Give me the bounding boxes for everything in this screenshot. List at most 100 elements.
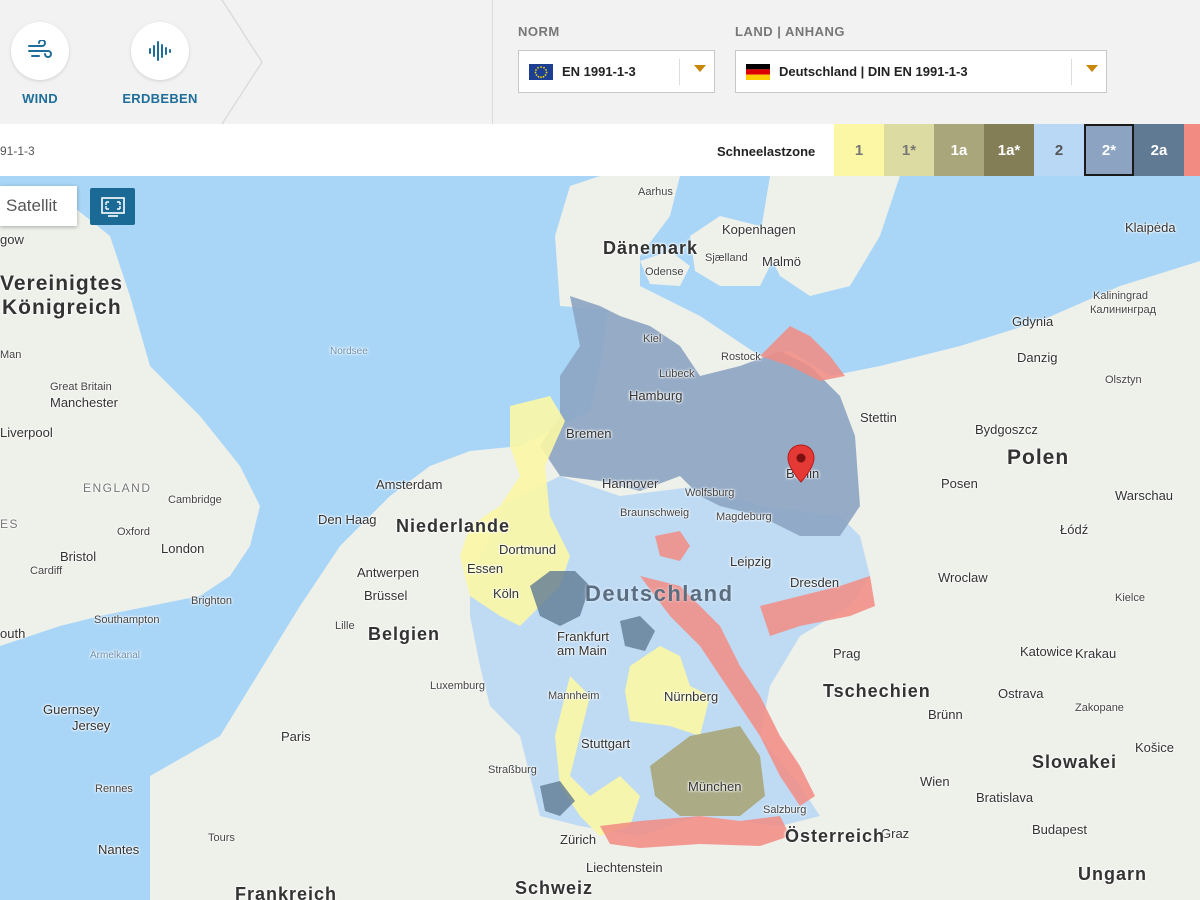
snow-zone-2[interactable]: 2	[1034, 124, 1084, 176]
map-label-olsztyn: Olsztyn	[1105, 374, 1142, 386]
map-label-dresden: Dresden	[790, 575, 840, 590]
map-label-krakau: Krakau	[1075, 646, 1117, 661]
header-divider	[492, 0, 493, 124]
map-label-wien: Wien	[920, 774, 950, 789]
snow-zone-2a[interactable]: 2a	[1134, 124, 1184, 176]
hazard-earthquake-label: ERDBEBEN	[122, 91, 198, 106]
snow-zone-1-star[interactable]: 1*	[884, 124, 934, 176]
map-label-n-rnberg: Nürnberg	[664, 689, 719, 704]
map-label-stuttgart: Stuttgart	[581, 736, 631, 751]
map-label-essen: Essen	[467, 561, 504, 576]
map-label-warschau: Warschau	[1115, 488, 1174, 503]
map-label-amsterdam: Amsterdam	[376, 477, 443, 492]
map-label-ostrava: Ostrava	[998, 686, 1044, 701]
map-label-kiel: Kiel	[643, 333, 662, 345]
norm-tag: 91-1-3	[0, 144, 35, 158]
norm-select-value: EN 1991-1-3	[562, 64, 636, 79]
map-label--sterreich: Österreich	[785, 826, 886, 846]
snow-zone-1a[interactable]: 1a	[934, 124, 984, 176]
land-select[interactable]: Deutschland | DIN EN 1991-1-3	[735, 50, 1107, 93]
map-label-katowice: Katowice	[1020, 644, 1073, 659]
map-label-rostock: Rostock	[721, 351, 761, 363]
map-label-hamburg: Hamburg	[629, 388, 683, 403]
snow-zone-2-star[interactable]: 2*	[1084, 124, 1134, 176]
map-label-posen: Posen	[941, 476, 978, 491]
snow-load-map[interactable]: Satellit Dänemark Aarhus Kopenhagen Malmö Od…	[0, 176, 1200, 900]
map-label-salzburg: Salzburg	[763, 804, 807, 816]
map-label-nordsee: Nordsee	[330, 346, 368, 357]
map-label-gow: gow	[0, 232, 24, 247]
map-label-kopenhagen: Kopenhagen	[722, 222, 796, 237]
map-label-m-nchen: München	[688, 779, 742, 794]
map-label-london: London	[161, 541, 205, 556]
map-label-prag: Prag	[833, 646, 861, 661]
map-label-tours: Tours	[208, 832, 235, 844]
chevron-down-icon	[1086, 65, 1098, 72]
location-pin-icon[interactable]	[787, 444, 815, 484]
map-label-guernsey: Guernsey	[43, 702, 100, 717]
map-label-braunschweig: Braunschweig	[620, 507, 690, 519]
nav-chevron-divider	[221, 0, 263, 124]
map-label-bratislava: Bratislava	[976, 790, 1034, 805]
map-label-polen: Polen	[1007, 446, 1070, 469]
map-label-am-main: am Main	[557, 643, 607, 658]
map-label-paris: Paris	[281, 729, 311, 744]
map-label-ungarn: Ungarn	[1078, 864, 1147, 884]
map-label-danzig: Danzig	[1017, 350, 1058, 365]
map-label-mannheim: Mannheim	[548, 690, 600, 702]
map-label-br-ssel: Brüssel	[364, 588, 408, 603]
map-label-wroclaw: Wroclaw	[938, 570, 988, 585]
map-label-man: Man	[0, 349, 22, 361]
hazard-nav: WIND ERDBEBEN	[0, 0, 492, 124]
chevron-down-icon	[694, 65, 706, 72]
fullscreen-button[interactable]	[90, 188, 135, 225]
earthquake-icon	[131, 22, 189, 80]
norm-select-separator	[679, 59, 680, 85]
map-label-graz: Graz	[881, 826, 910, 841]
map-label-frankfurt: Frankfurt	[557, 629, 610, 644]
map-label-luxemburg: Luxemburg	[430, 680, 486, 692]
map-label-odense: Odense	[645, 266, 684, 278]
map-label-kaliningrad: Kaliningrad	[1093, 290, 1149, 302]
map-label-budapest: Budapest	[1032, 822, 1087, 837]
satellite-toggle-button[interactable]: Satellit	[0, 186, 77, 226]
hazard-earthquake-button[interactable]: ERDBEBEN	[120, 22, 200, 106]
map-label-antwerpen: Antwerpen	[357, 565, 420, 580]
map-label-southampton: Southampton	[94, 614, 160, 626]
map-label-frankreich: Frankreich	[235, 884, 338, 900]
map-label-leipzig: Leipzig	[730, 554, 772, 569]
snow-zone-1a-star[interactable]: 1a*	[984, 124, 1034, 176]
land-select-value: Deutschland | DIN EN 1991-1-3	[779, 64, 968, 79]
norm-select[interactable]: EN 1991-1-3	[518, 50, 715, 93]
map-label-cambridge: Cambridge	[168, 494, 222, 506]
map-label-aarhus: Aarhus	[638, 186, 673, 198]
map-label-wolfsburg: Wolfsburg	[685, 487, 735, 499]
snow-zone-legend-bar: 91-1-3 Schneelastzone 1 1* 1a 1a* 2 2* 2a	[0, 124, 1200, 176]
fullscreen-icon	[100, 196, 125, 217]
map-label-es: ES	[0, 517, 20, 531]
map-label-z-rich: Zürich	[560, 832, 597, 847]
norm-select-group: NORM EN 1991-1-3	[518, 24, 715, 93]
land-select-group: LAND | ANHANG Deutschland | DIN EN 1991-…	[735, 24, 1107, 93]
snow-zone-1[interactable]: 1	[834, 124, 884, 176]
hazard-wind-label: WIND	[22, 91, 58, 106]
land-label: LAND | ANHANG	[735, 24, 846, 39]
map-label-bristol: Bristol	[60, 549, 97, 564]
top-header: WIND ERDBEBEN NORM EN 1991-1-3 LAND | AN…	[0, 0, 1200, 124]
map-label-ko-ice: Košice	[1135, 740, 1175, 755]
map-label-hannover: Hannover	[602, 476, 659, 491]
map-label-great-britain: Great Britain	[50, 381, 112, 393]
map-label-bremen: Bremen	[566, 426, 612, 441]
hazard-wind-button[interactable]: WIND	[0, 22, 80, 106]
map-label--rmelkanal: Ärmelkanal	[90, 650, 141, 661]
map-label-belgien: Belgien	[368, 624, 441, 644]
germany-main-label: Deutschland	[585, 581, 734, 606]
map-label-stettin: Stettin	[860, 410, 897, 425]
map-label-dortmund: Dortmund	[499, 542, 557, 557]
map-label-niederlande: Niederlande	[396, 516, 511, 536]
map-label-manchester: Manchester	[50, 395, 118, 410]
map-label-outh: outh	[0, 626, 26, 641]
map-label-d-nemark: Dänemark	[603, 238, 699, 258]
map-label--: Калининград	[1090, 304, 1157, 316]
snow-zone-extra[interactable]	[1184, 124, 1200, 176]
